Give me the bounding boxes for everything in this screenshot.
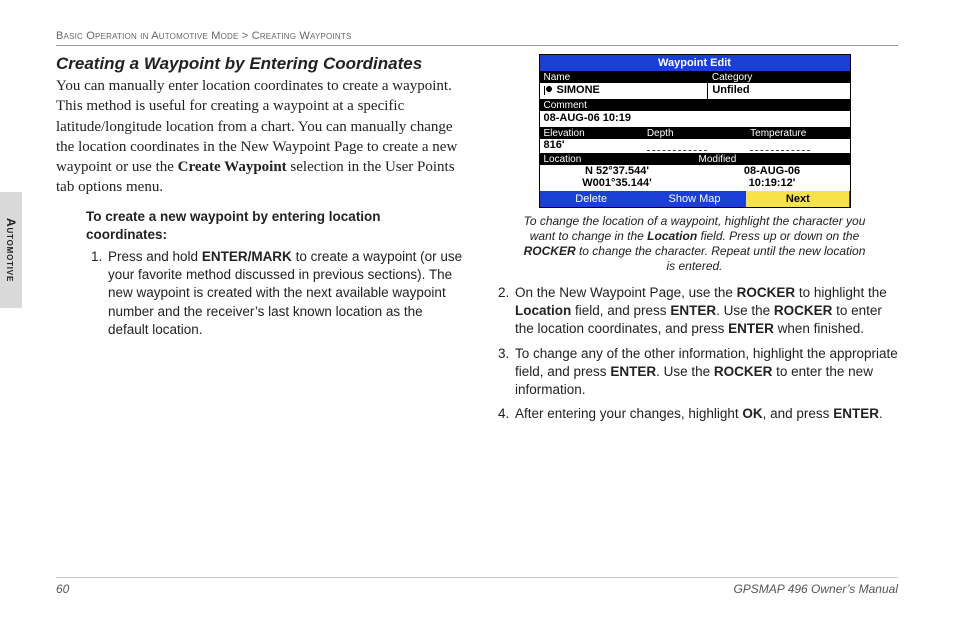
step1-t1: Press and hold — [108, 249, 202, 264]
device-showmap-button[interactable]: Show Map — [643, 191, 746, 207]
label-elevation: Elevation — [540, 127, 643, 139]
value-temperature — [746, 139, 849, 153]
section-heading: Creating a Waypoint by Entering Coordina… — [56, 54, 463, 74]
step-1: Press and hold ENTER/MARK to create a wa… — [106, 248, 463, 339]
device-title: Waypoint Edit — [540, 55, 850, 71]
label-comment: Comment — [540, 99, 591, 111]
label-name: Name — [540, 71, 708, 83]
flag-icon — [544, 86, 554, 95]
page-footer: 60 GPSMAP 496 Owner’s Manual — [56, 577, 898, 596]
page-number: 60 — [56, 582, 69, 596]
step-3: To change any of the other information, … — [513, 345, 898, 400]
label-location: Location — [540, 153, 695, 165]
para-bold-1: Create Waypoint — [178, 159, 287, 175]
figure-caption: To change the location of a waypoint, hi… — [520, 214, 870, 274]
label-modified: Modified — [695, 153, 850, 165]
device-delete-button[interactable]: Delete — [540, 191, 643, 207]
label-category: Category — [708, 71, 850, 83]
breadcrumb-sub: Creating Waypoints — [252, 30, 352, 42]
step1-b1: ENTER/MARK — [202, 249, 292, 264]
step-2: On the New Waypoint Page, use the ROCKER… — [513, 284, 898, 339]
left-column: Creating a Waypoint by Entering Coordina… — [56, 52, 463, 430]
breadcrumb-sep: > — [242, 30, 249, 42]
device-next-button[interactable]: Next — [746, 191, 849, 207]
right-column: Waypoint Edit NameCategory SIMONE Unfile… — [491, 52, 898, 430]
value-location: N 52°37.544' W001°35.144' — [540, 165, 695, 191]
value-name: SIMONE — [540, 83, 709, 99]
step-4: After entering your changes, highlight O… — [513, 405, 898, 423]
device-screenshot: Waypoint Edit NameCategory SIMONE Unfile… — [539, 54, 851, 208]
value-category: Unfiled — [708, 83, 849, 99]
breadcrumb: Basic Operation in Automotive Mode > Cre… — [56, 30, 898, 46]
breadcrumb-section: Basic Operation in Automotive Mode — [56, 30, 239, 42]
side-tab-label: Automotive — [4, 218, 18, 282]
value-depth — [643, 139, 746, 153]
side-tab: Automotive — [0, 192, 22, 308]
manual-title: GPSMAP 496 Owner’s Manual — [733, 582, 898, 596]
instructions-lead: To create a new waypoint by entering loc… — [86, 208, 463, 244]
intro-paragraph: You can manually enter location coordina… — [56, 76, 463, 198]
label-temperature: Temperature — [746, 127, 849, 139]
value-comment: 08-AUG-06 10:19 — [540, 111, 850, 127]
value-elevation: 816' — [540, 139, 643, 153]
value-modified: 08-AUG-06 10:19:12' — [695, 165, 850, 191]
label-depth: Depth — [643, 127, 746, 139]
